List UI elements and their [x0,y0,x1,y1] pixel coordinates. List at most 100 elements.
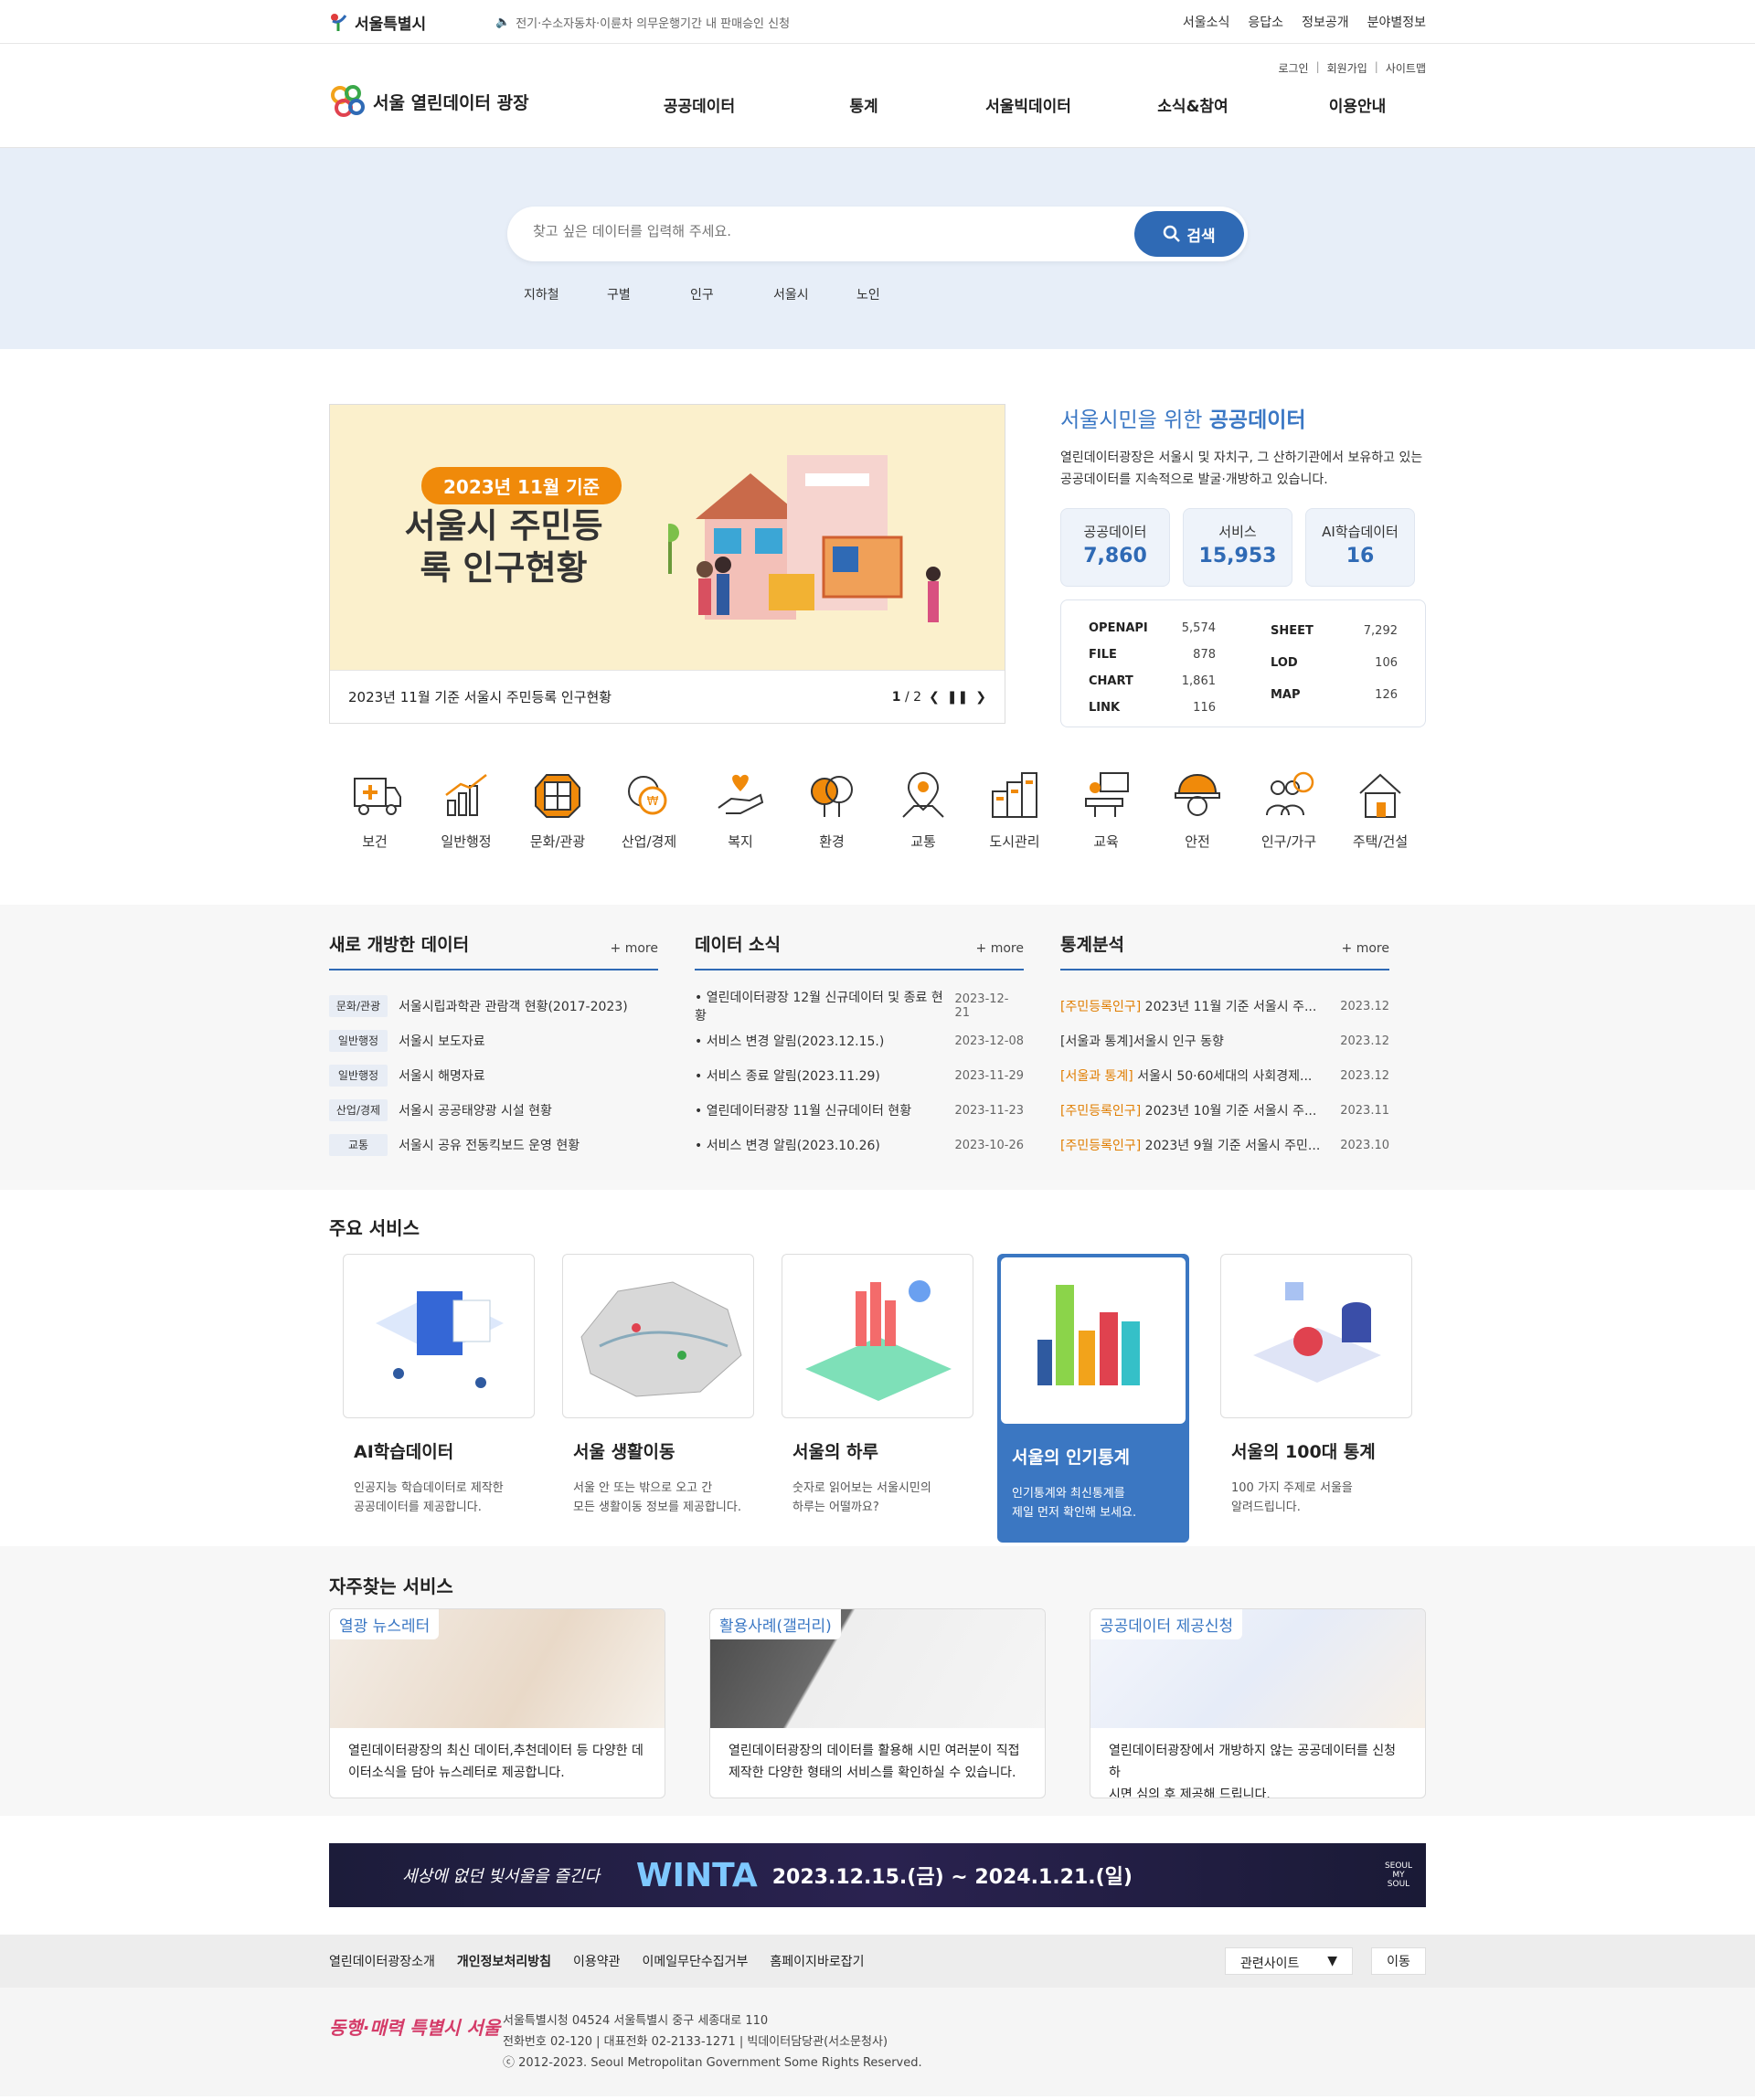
next-icon[interactable]: ❯ [975,690,986,705]
seoul-map-illustration-icon [580,1281,742,1397]
footer-link[interactable]: 이메일무단수집거부 [643,1952,749,1970]
city-stats-illustration-icon [805,1280,952,1401]
category-housing[interactable]: 주택/건설 [1335,769,1426,905]
notice-text[interactable]: 전기·수소자동차·이륜차 의무운행기간 내 판매승인 신청 [516,14,790,31]
site-header: 로그인 | 회원가입 | 사이트맵 서울 열린데이터 광장 공공데이터 통계 서울빅… [0,44,1755,148]
utility-menu: 로그인 | 회원가입 | 사이트맵 [1278,60,1426,76]
category-environment[interactable]: 환경 [786,769,878,905]
service-mobility[interactable]: 서울 생활이동 서울 안 또는 밖으로 오고 간 모든 생활이동 정보를 제공합니… [562,1254,754,1518]
section-title: 주요 서비스 [329,1217,420,1239]
winta-banner[interactable]: 세상에 없던 빛서울을 즐긴다 WINTA 2023.12.15.(금) ~ 2… [329,1843,1426,1907]
category-population[interactable]: 인구/가구 [1243,769,1335,905]
keyword-link[interactable]: 노인 [856,285,940,303]
seoul-logo[interactable]: 서울특별시 [329,11,495,34]
service-seoul-day[interactable]: 서울의 하루 숫자로 읽어보는 서울시민의 하루는 어떨까요? [782,1254,973,1518]
gallery-card[interactable]: 활용사례(갤러리) 열린데이터광장의 데이터를 활용해 시민 여러분이 직접 제작… [709,1608,1046,1798]
search-input[interactable] [533,223,1081,239]
category-safety[interactable]: 안전 [1152,769,1243,905]
ambulance-icon [354,778,401,815]
category-traffic[interactable]: 교통 [878,769,969,905]
more-link[interactable]: + more [611,941,658,956]
list-item[interactable]: • 서비스 변경 알림(2023.10.26) 2023-10-26 [695,1128,1024,1162]
category-culture[interactable]: 문화/관광 [512,769,603,905]
notice-bar[interactable]: 🔈 전기·수소자동차·이륜차 의무운행기간 내 판매승인 신청 [495,14,1183,31]
nav-news[interactable]: 소식&참여 [1111,93,1275,116]
list-item[interactable]: 산업/경제 서울시 공공태양광 시설 현황 [329,1093,658,1128]
sitemap-link[interactable]: 사이트맵 [1386,60,1426,76]
nav-bigdata[interactable]: 서울빅데이터 [946,93,1111,116]
banner-title: 서울시 주민등록 인구현황 [404,506,603,589]
category-health[interactable]: 보건 [329,769,420,905]
list-item[interactable]: 교통 서울시 공유 전동킥보드 운영 현황 [329,1128,658,1162]
nav-public-data[interactable]: 공공데이터 [617,93,782,116]
list-item[interactable]: • 서비스 종료 알림(2023.11.29) 2023-11-29 [695,1058,1024,1093]
nav-statistics[interactable]: 통계 [782,93,946,116]
category-admin[interactable]: 일반행정 [420,769,512,905]
category-economy[interactable]: ₩ 산업/경제 [603,769,695,905]
speaker-icon: 🔈 [495,15,511,29]
prev-icon[interactable]: ❮ [929,690,940,705]
gov-link-response[interactable]: 응답소 [1248,13,1283,31]
more-link[interactable]: + more [976,941,1024,956]
list-item[interactable]: • 열린데이터광장 11월 신규데이터 현황 2023-11-23 [695,1093,1024,1128]
list-item[interactable]: 일반행정 서울시 해명자료 [329,1058,658,1093]
keyword-link[interactable]: 인구 [690,285,773,303]
board-data-news: 데이터 소식 + more • 열린데이터광장 12월 신규데이터 및 종료 현황… [695,928,1024,1162]
search-button[interactable]: 검색 [1134,211,1244,257]
list-item[interactable]: [주민등록인구] 2023년 9월 기준 서울시 주민... 2023.10 [1060,1128,1389,1162]
more-link[interactable]: + more [1342,941,1389,956]
board-title: 데이터 소식 [695,935,782,955]
boards-section: 새로 개방한 데이터 + more 문화/관광 서울시립과학관 관람객 현황(201… [0,905,1755,1190]
site-logo[interactable]: 서울 열린데이터 광장 [329,84,529,119]
main-banner[interactable]: 2023년 11월 기준 서울시 주민등록 인구현황 2023년 11월 기준 … [329,404,1005,724]
footer-link[interactable]: 열린데이터광장소개 [329,1952,435,1970]
list-item[interactable]: • 열린데이터광장 12월 신규데이터 및 종료 현황 2023-12-21 [695,989,1024,1023]
promo-dates: 2023.12.15.(금) ~ 2024.1.21.(일) [771,1866,1133,1889]
newsletter-card[interactable]: 열광 뉴스레터 열린데이터광장의 최신 데이터,추천데이터 등 다양한 데 이터소… [329,1608,665,1798]
data-type-counts: OPENAPI 5,574 FILE 878 CHART 1,861 LINK 116 … [1060,599,1426,727]
list-item[interactable]: [주민등록인구] 2023년 10월 기준 서울시 주... 2023.11 [1060,1093,1389,1128]
keyword-link[interactable]: 구별 [607,285,690,303]
data-request-card[interactable]: 공공데이터 제공신청 열린데이터광장에서 개방하지 않는 공공데이터를 신청하 시… [1090,1608,1426,1798]
service-top100[interactable]: 서울의 100대 통계 100 가지 주제로 서울을 알려드립니다. [1220,1254,1412,1518]
nav-guide[interactable]: 이용안내 [1275,93,1440,116]
list-item[interactable]: [서울과 통계]서울시 인구 동향 2023.12 [1060,1023,1389,1058]
keyword-link[interactable]: 서울시 [773,285,856,303]
list-item[interactable]: 문화/관광 서울시립과학관 관람객 현황(2017-2023) [329,989,658,1023]
login-link[interactable]: 로그인 [1278,60,1308,76]
related-sites-select[interactable]: 관련사이트 ▼ [1225,1947,1353,1975]
people-globe-icon [1266,771,1314,816]
list-item[interactable]: [주민등록인구] 2023년 11월 기준 서울시 주... 2023.12 [1060,989,1389,1023]
footer-link-privacy[interactable]: 개인정보처리방침 [457,1952,551,1970]
opendata-logo-icon [331,85,365,117]
family-house-illustration-icon [668,455,941,622]
list-item[interactable]: 일반행정 서울시 보도자료 [329,1023,658,1058]
seoul-logo-text: 서울특별시 [355,15,427,34]
service-popular-stats[interactable]: 서울의 인기통계 인기통계와 최신통계를 제일 먼저 확인해 보세요. [997,1254,1189,1543]
category-welfare[interactable]: 복지 [695,769,786,905]
service-ai-data[interactable]: AI학습데이터 인공지능 학습데이터로 제작한 공공데이터를 제공합니다. [343,1254,535,1518]
3d-bar-chart-illustration-icon [1037,1285,1140,1385]
stat-ai-data[interactable]: AI학습데이터 16 [1305,507,1415,587]
footer-link[interactable]: 홈페이지바로잡기 [770,1952,864,1970]
go-button[interactable]: 이동 [1371,1947,1426,1975]
seoul-symbol-icon [331,14,347,31]
banner-page-current: 1 [891,690,901,705]
footer-link[interactable]: 이용약관 [573,1952,621,1970]
stat-public-data[interactable]: 공공데이터 7,860 [1060,507,1170,587]
gov-link-info[interactable]: 정보공개 [1302,13,1349,31]
category-urban[interactable]: 도시관리 [969,769,1060,905]
section-title: 자주찾는 서비스 [329,1575,453,1597]
board-new-data: 새로 개방한 데이터 + more 문화/관광 서울시립과학관 관람객 현황(201… [329,928,658,1162]
category-education[interactable]: 교육 [1060,769,1152,905]
pause-icon[interactable]: ❚❚ [947,690,968,705]
stat-services[interactable]: 서비스 15,953 [1183,507,1292,587]
keyword-link[interactable]: 지하철 [524,285,607,303]
chevron-down-icon: ▼ [1327,1954,1337,1968]
list-item[interactable]: [서울과 통계] 서울시 50·60세대의 사회경제... 2023.12 [1060,1058,1389,1093]
gov-link-field[interactable]: 분야별정보 [1367,13,1426,31]
list-item[interactable]: • 서비스 변경 알림(2023.12.15.) 2023-12-08 [695,1023,1024,1058]
promo-corner: SEOUL MY SOUL [1384,1861,1413,1889]
signup-link[interactable]: 회원가입 [1327,60,1367,76]
gov-link-news[interactable]: 서울소식 [1183,13,1230,31]
